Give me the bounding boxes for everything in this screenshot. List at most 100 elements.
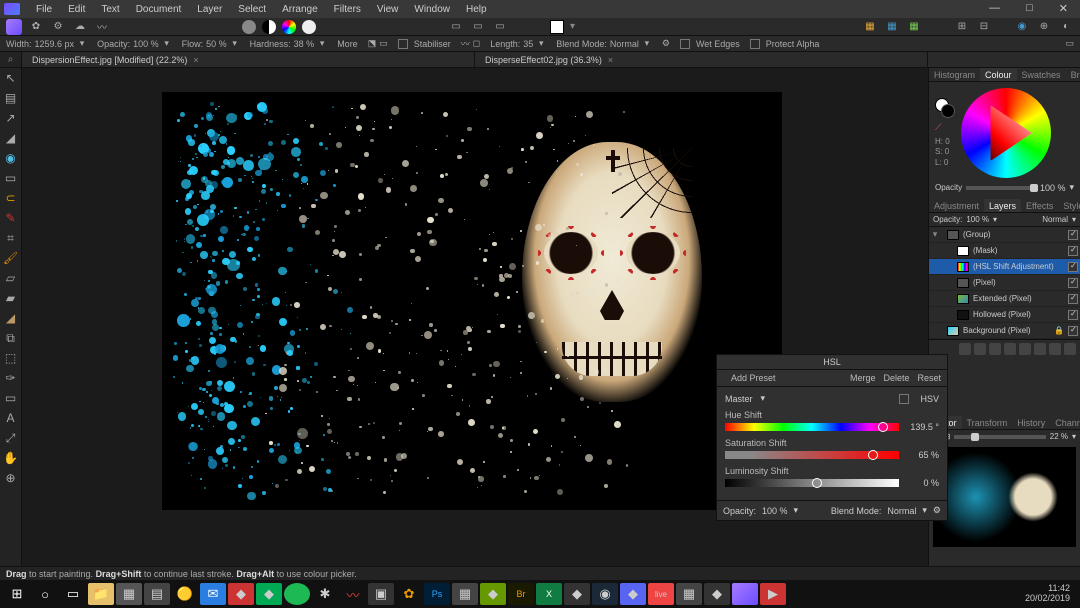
prefs-icon[interactable]: ✿	[28, 19, 44, 35]
rope-icon[interactable]: 〰	[461, 37, 470, 50]
photoshop-icon[interactable]: Ps	[424, 583, 450, 605]
menu-file[interactable]: File	[28, 4, 60, 15]
app-icon-14[interactable]: ▶	[760, 583, 786, 605]
window-close[interactable]: ✕	[1051, 2, 1076, 15]
layer-add-icon[interactable]	[1049, 343, 1061, 355]
layer-visible-check[interactable]	[1068, 230, 1078, 240]
menu-layer[interactable]: Layer	[189, 4, 230, 15]
layer-chevron-icon[interactable]: ▾	[931, 229, 939, 240]
opacity-drop-icon[interactable]: ▾	[162, 38, 172, 49]
delete-button[interactable]: Delete	[883, 373, 909, 383]
stabiliser-check[interactable]	[398, 39, 408, 49]
colour-opacity-value[interactable]: 100 %	[1040, 183, 1066, 193]
doc-tab-2[interactable]: DisperseEffect02.jpg (36.3%)×	[475, 52, 928, 67]
brushsize-icon[interactable]: ⌕	[0, 52, 22, 67]
menu-help[interactable]: Help	[458, 4, 495, 15]
dlg-opacity-value[interactable]: 100 %	[762, 506, 788, 516]
lum-slider[interactable]	[725, 479, 899, 487]
canvas[interactable]	[162, 92, 782, 510]
blend-value[interactable]: Normal	[610, 39, 639, 49]
menu-document[interactable]: Document	[128, 4, 190, 15]
quicksel-icon[interactable]	[550, 20, 564, 34]
app-icon-12[interactable]: ▦	[676, 583, 702, 605]
hsl-channel-select[interactable]: Master	[725, 394, 753, 404]
app-icon-1[interactable]: ▦	[116, 583, 142, 605]
ctx-help-icon[interactable]: ▭	[1065, 38, 1074, 49]
tab-brushes[interactable]: Brushes	[1066, 68, 1080, 81]
tab-swatches[interactable]: Swatches	[1017, 68, 1066, 81]
circle4-icon[interactable]	[302, 20, 316, 34]
hsl-channel-drop-icon[interactable]: ▾	[761, 393, 766, 404]
crop-tool-icon[interactable]: ⌗	[3, 230, 19, 246]
sat-slider[interactable]	[725, 451, 899, 459]
layer-del-icon[interactable]	[1064, 343, 1076, 355]
wet-check[interactable]	[680, 39, 690, 49]
layer-row[interactable]: (HSL Shift Adjustment)	[929, 259, 1080, 275]
dlg-blend-value[interactable]: Normal	[887, 506, 916, 516]
rt-icon3[interactable]: ▦	[906, 19, 922, 35]
excel-icon[interactable]: X	[536, 583, 562, 605]
shape-tool-icon[interactable]: ▭	[3, 390, 19, 406]
steam-icon[interactable]: ◉	[592, 583, 618, 605]
hue-slider[interactable]	[725, 423, 899, 431]
layer-opacity-value[interactable]: 100 %	[966, 215, 989, 224]
layer-row[interactable]: ▾(Group)	[929, 227, 1080, 243]
selbox1-icon[interactable]: ▭	[448, 19, 464, 35]
lum-value[interactable]: 0 %	[905, 478, 939, 488]
hsv-check[interactable]	[899, 394, 909, 404]
layer-group-icon[interactable]	[1034, 343, 1046, 355]
bridge-icon[interactable]: Br	[508, 583, 534, 605]
circle1-icon[interactable]	[242, 20, 256, 34]
snap-icon[interactable]: ⊞	[954, 19, 970, 35]
colour-opacity-drop-icon[interactable]: ▾	[1069, 182, 1074, 193]
layer-adj-icon[interactable]	[974, 343, 986, 355]
grid-icon[interactable]: ⊟	[976, 19, 992, 35]
paint-brush-icon[interactable]: 🖌	[3, 250, 19, 266]
gear-icon[interactable]: ⚙	[50, 19, 66, 35]
menu-text[interactable]: Text	[93, 4, 127, 15]
zoom-tool-icon[interactable]: ⊕	[3, 470, 19, 486]
layer-mask-icon[interactable]	[959, 343, 971, 355]
taskview-icon[interactable]: ▭	[60, 583, 86, 605]
hardness-value[interactable]: 38 %	[294, 39, 315, 49]
dlg-gear-icon[interactable]: ⚙	[933, 505, 941, 516]
dodge-tool-icon[interactable]: ◢	[3, 310, 19, 326]
lasso-icon[interactable]: ⊂	[3, 190, 19, 206]
colour-opacity-slider[interactable]	[966, 186, 1036, 190]
layer-visible-check[interactable]	[1068, 262, 1078, 272]
lock-icon[interactable]: 🔒	[1054, 326, 1064, 335]
circle2-icon[interactable]	[262, 20, 276, 34]
width-drop-icon[interactable]: ▾	[77, 38, 87, 49]
mail-icon[interactable]: ✉	[200, 583, 226, 605]
fg-bg-swatches[interactable]	[935, 98, 955, 118]
rt-icon2[interactable]: ▦	[884, 19, 900, 35]
node-tool-icon[interactable]: ↗	[3, 110, 19, 126]
menu-window[interactable]: Window	[406, 4, 458, 15]
picker-tool-icon[interactable]: ⤢	[3, 430, 19, 446]
menu-select[interactable]: Select	[230, 4, 274, 15]
text-tool-icon[interactable]: A	[3, 410, 19, 426]
window-minimize[interactable]: —	[981, 2, 1008, 15]
tab-colour[interactable]: Colour	[980, 68, 1017, 81]
flood-select-icon[interactable]: ◉	[3, 150, 19, 166]
slack-icon[interactable]: ✱	[312, 583, 338, 605]
force-icon[interactable]: ⬔	[368, 38, 377, 49]
dlg-blend-drop-icon[interactable]: ▾	[922, 505, 927, 516]
nav-zoom-value[interactable]: 22 %	[1050, 432, 1068, 441]
dlg-opacity-drop-icon[interactable]: ▾	[794, 505, 799, 516]
nav-zoom-drop-icon[interactable]: ▾	[1072, 432, 1076, 441]
tab-channels[interactable]: Channels	[1050, 416, 1080, 429]
tab-history[interactable]: History	[1012, 416, 1050, 429]
cortana-icon[interactable]: ○	[32, 583, 58, 605]
blend-gear-icon[interactable]: ⚙	[662, 38, 670, 49]
width-value[interactable]: 1259.6 px	[35, 39, 75, 49]
spotify-icon[interactable]	[284, 583, 310, 605]
explorer-icon[interactable]: 📁	[88, 583, 114, 605]
app-icon-2[interactable]: ▤	[144, 583, 170, 605]
layer-visible-check[interactable]	[1068, 310, 1078, 320]
erase-brush-icon[interactable]: ▱	[3, 270, 19, 286]
assist2-icon[interactable]: ⊕	[1036, 19, 1052, 35]
app-icon-8[interactable]: ▦	[452, 583, 478, 605]
flow-drop-icon[interactable]: ▾	[230, 38, 240, 49]
doc-tab-1-close-icon[interactable]: ×	[193, 55, 198, 65]
